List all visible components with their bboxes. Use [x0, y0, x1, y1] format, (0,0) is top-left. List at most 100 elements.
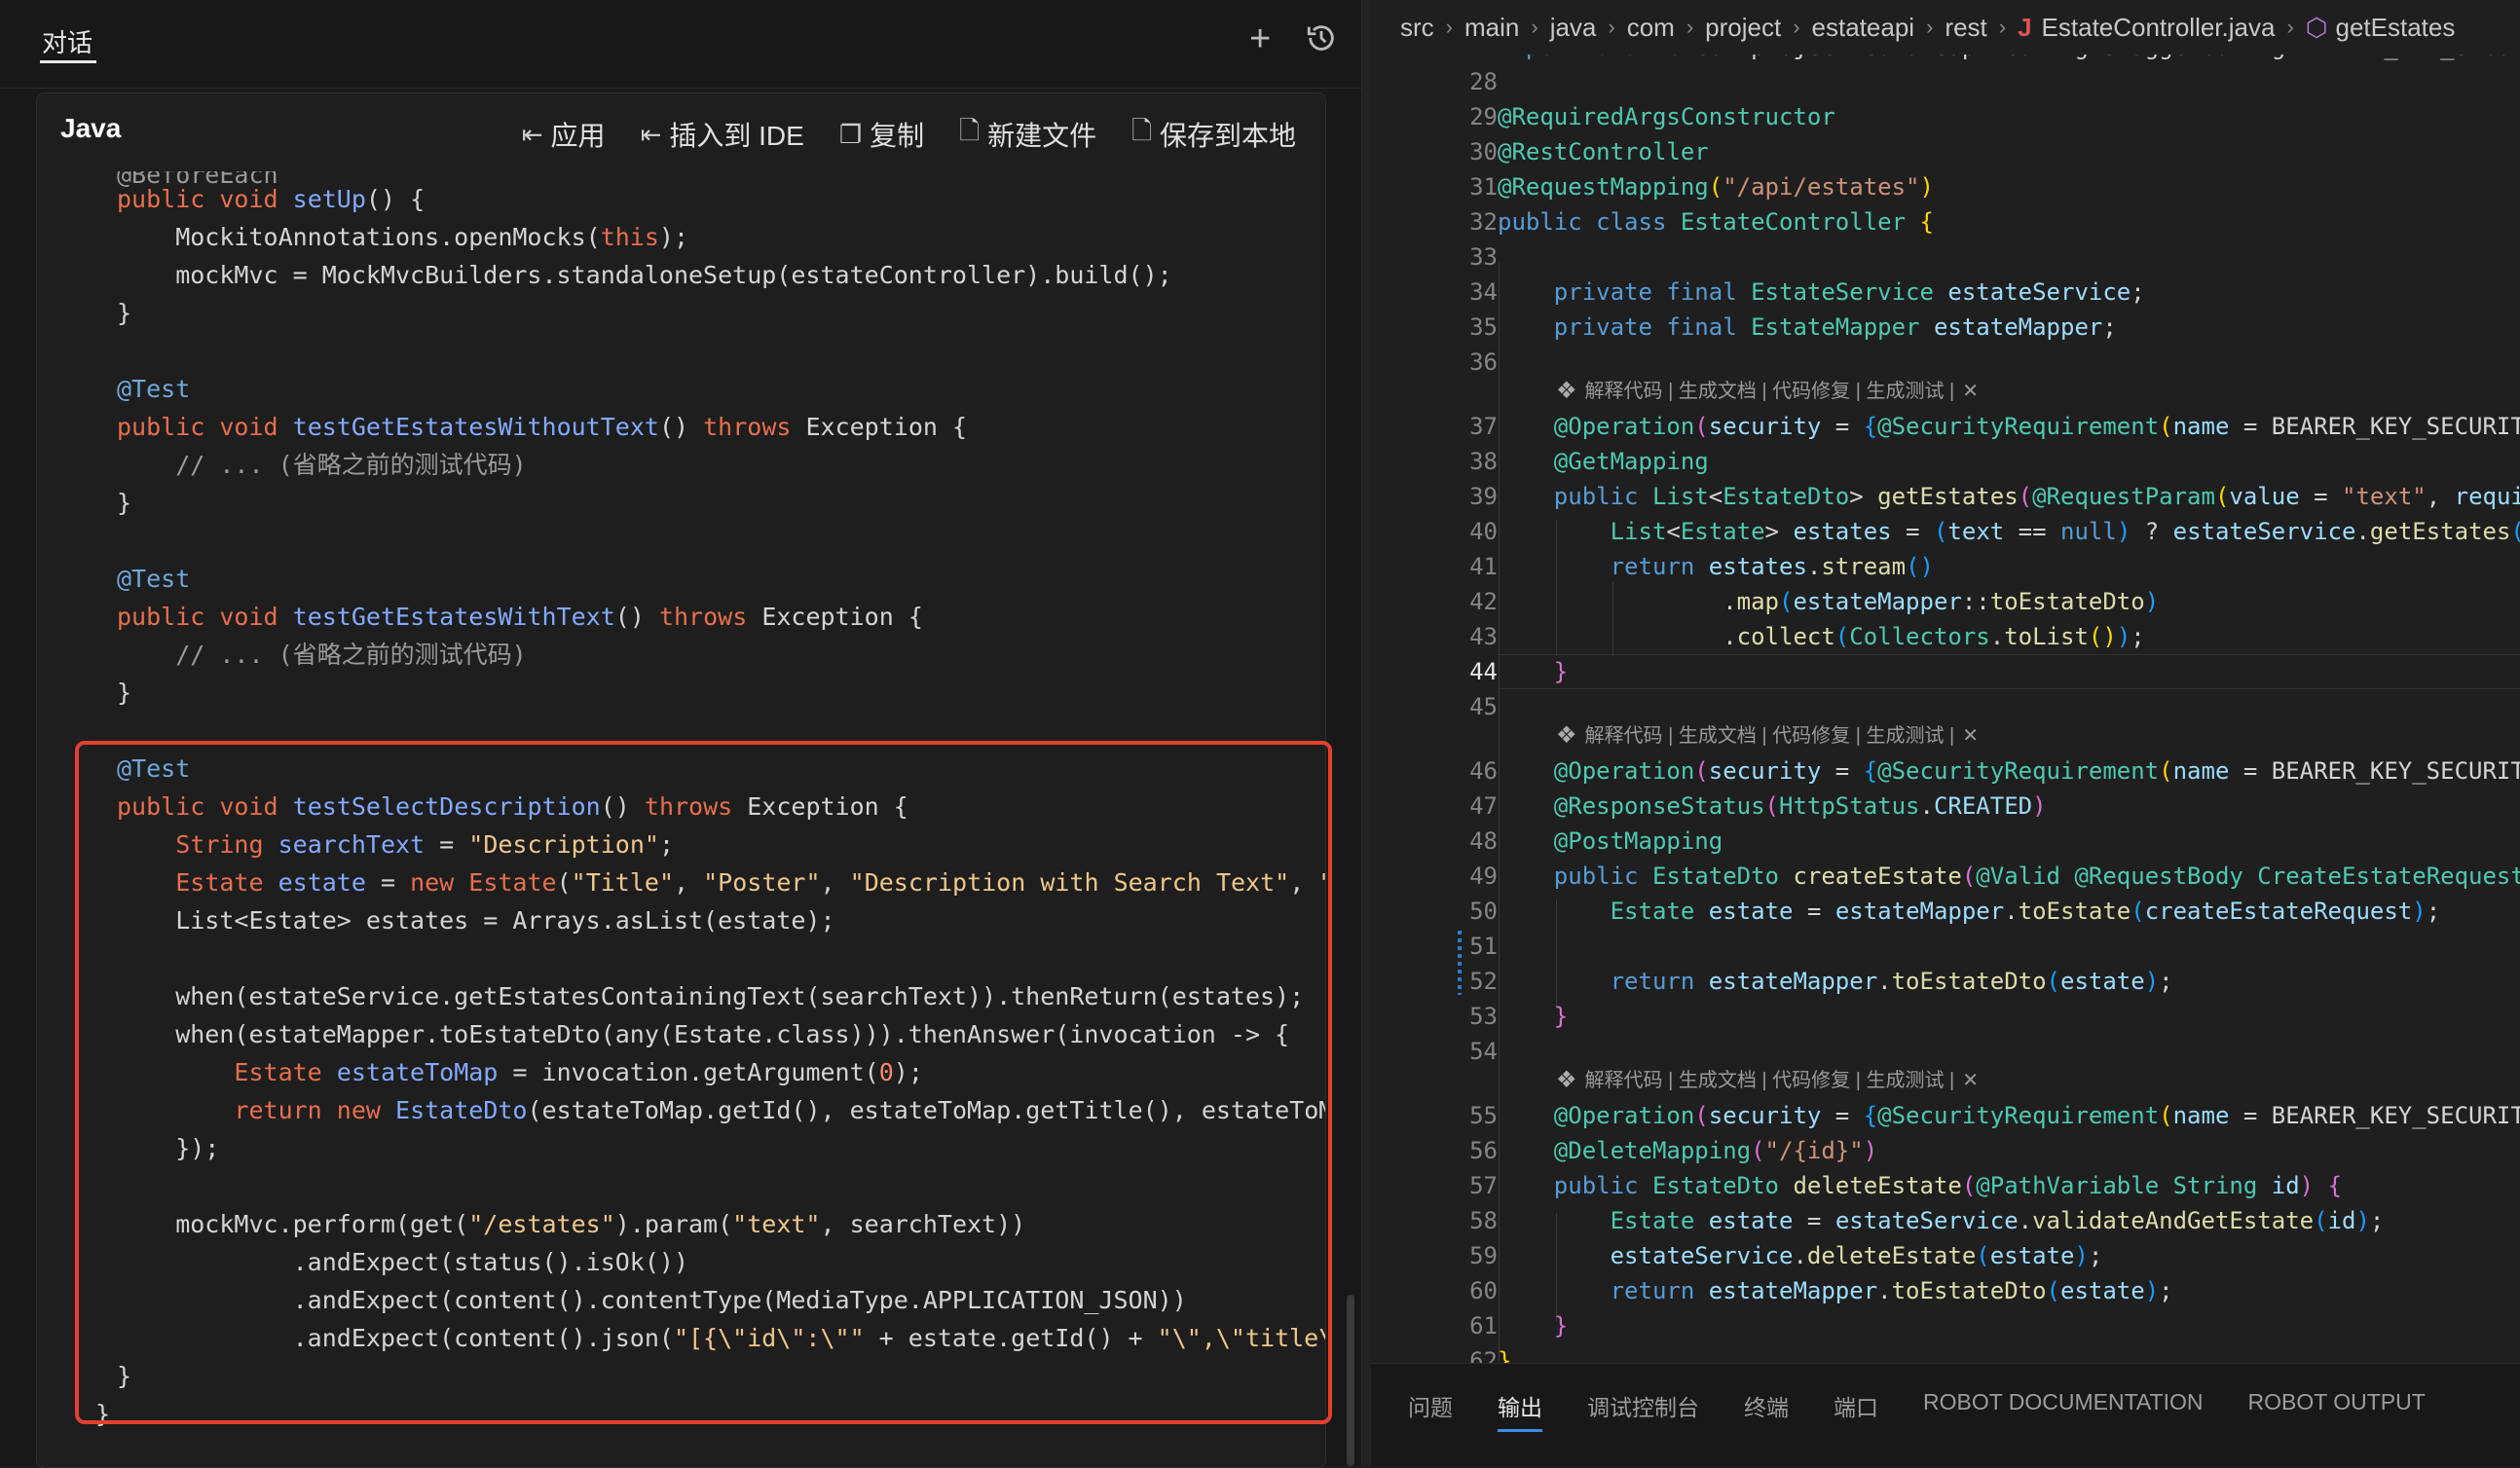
save-icon: 🗋 — [1131, 116, 1152, 145]
tab-terminal[interactable]: 终端 — [1744, 1389, 1789, 1430]
breadcrumb: src › main › java › com › project › estateapi… — [1371, 0, 2520, 55]
codelens-actions[interactable]: ❖ 解释代码 | 生成文档 | 代码修复 | 生成测试 | ✕ — [1556, 719, 1979, 752]
tab-problems[interactable]: 问题 — [1408, 1389, 1453, 1430]
code-line: @GetMapping — [1553, 448, 1709, 475]
code-line: private final EstateService estateServic… — [1553, 278, 2145, 306]
code-line: @Operation(security = {@SecurityRequirem… — [1553, 757, 2520, 785]
panel-tabs: 问题 输出 调试控制台 终端 端口 ROBOT DOCUMENTATION RO… — [1408, 1389, 2426, 1432]
codelens-label[interactable]: 解释代码 | 生成文档 | 代码修复 | 生成测试 | — [1585, 1064, 1955, 1097]
codelens-label[interactable]: 解释代码 | 生成文档 | 代码修复 | 生成测试 | — [1585, 375, 1955, 408]
insert-icon: ⇤ — [640, 119, 662, 149]
line-number-current: 44 — [1469, 658, 1498, 685]
code-line: } — [117, 489, 132, 517]
line-number: 49 — [1469, 862, 1498, 890]
code-line: @PostMapping — [1553, 827, 1723, 855]
code-line: public void testGetEstatesWithText() thr… — [117, 603, 923, 631]
breadcrumb-item[interactable]: java — [1550, 13, 1597, 43]
code-line: @Operation(security = {@SecurityRequirem… — [1553, 413, 2520, 440]
line-number: 59 — [1469, 1242, 1498, 1269]
line-number: 29 — [1469, 103, 1498, 130]
code-line: return estateMapper.toEstateDto(estate); — [1610, 968, 2173, 995]
chevron-right-icon: › — [1926, 15, 1934, 39]
line-number: 33 — [1469, 243, 1498, 271]
copy-button[interactable]: ❐ 复制 — [839, 113, 924, 156]
code-line: .collect(Collectors.toList()); — [1498, 623, 2145, 650]
breadcrumb-item[interactable]: main — [1464, 13, 1519, 43]
new-file-label: 新建文件 — [987, 121, 1097, 151]
line-number: 31 — [1469, 173, 1498, 201]
code-line: @RequiredArgsConstructor — [1498, 103, 1835, 130]
codelens-actions[interactable]: ❖ 解释代码 | 生成文档 | 代码修复 | 生成测试 | ✕ — [1556, 375, 1979, 408]
code-line: private final EstateMapper estateMapper; — [1553, 313, 2117, 341]
code-line: Estate estate = estateService.validateAn… — [1610, 1207, 2385, 1234]
chevron-right-icon: › — [1608, 15, 1615, 39]
tab-robot-output[interactable]: ROBOT OUTPUT — [2248, 1389, 2426, 1430]
breadcrumb-item[interactable]: estateapi — [1812, 13, 1915, 43]
tab-output[interactable]: 输出 — [1498, 1389, 1542, 1432]
code-line: public void setUp() { — [117, 185, 426, 213]
tab-ports[interactable]: 端口 — [1834, 1389, 1878, 1430]
code-line: @RestController — [1498, 138, 1709, 165]
active-tab-indicator — [40, 60, 96, 63]
code-editor[interactable]: 27 import static com.project.estateapi.c… — [1371, 0, 2520, 1363]
apply-button[interactable]: ⇤ 应用 — [522, 113, 606, 156]
code-line: @ResponseStatus(HttpStatus.CREATED) — [1553, 792, 2047, 820]
highlight-annotation — [75, 741, 1332, 1424]
code-line: } — [1553, 1003, 1569, 1030]
codelens-label[interactable]: 解释代码 | 生成文档 | 代码修复 | 生成测试 | — [1585, 719, 1955, 752]
editor-panel: 27 import static com.project.estateapi.c… — [1371, 0, 2520, 1466]
line-number: 50 — [1469, 898, 1498, 925]
line-number: 37 — [1469, 413, 1498, 440]
line-number: 32 — [1469, 208, 1498, 236]
chevron-right-icon: › — [1793, 15, 1800, 39]
new-file-button[interactable]: 🗋 新建文件 — [959, 113, 1096, 156]
breadcrumb-item[interactable]: com — [1627, 13, 1675, 43]
chevron-right-icon: › — [1531, 15, 1538, 39]
code-line: estateService.deleteEstate(estate); — [1610, 1242, 2103, 1269]
line-number: 35 — [1469, 313, 1498, 341]
code-line: public EstateDto deleteEstate(@PathVaria… — [1553, 1172, 2343, 1199]
code-line: // ... (省略之前的测试代码) — [117, 451, 527, 479]
code-line: @Test — [117, 565, 191, 593]
line-number: 56 — [1469, 1137, 1498, 1164]
save-local-button[interactable]: 🗋 保存到本地 — [1131, 113, 1296, 156]
chat-header: 对话 + — [0, 0, 1361, 89]
line-number: 42 — [1469, 588, 1498, 615]
tab-robot-documentation[interactable]: ROBOT DOCUMENTATION — [1923, 1389, 2204, 1430]
scrollbar[interactable] — [1347, 1295, 1354, 1466]
line-number: 53 — [1469, 1003, 1498, 1030]
codelens-actions[interactable]: ❖ 解释代码 | 生成文档 | 代码修复 | 生成测试 | ✕ — [1556, 1064, 1979, 1097]
code-line: } — [1553, 658, 1569, 685]
breadcrumb-item[interactable]: rest — [1945, 13, 1986, 43]
history-icon[interactable] — [1305, 21, 1338, 62]
java-file-icon: J — [2018, 12, 2032, 42]
apply-icon: ⇤ — [521, 119, 543, 149]
line-number: 57 — [1469, 1172, 1498, 1199]
plus-icon[interactable]: + — [1249, 19, 1271, 58]
line-number: 36 — [1469, 349, 1498, 376]
line-number: 28 — [1469, 68, 1498, 95]
close-icon[interactable]: ✕ — [1962, 1064, 1979, 1097]
line-number: 55 — [1469, 1102, 1498, 1129]
insert-ide-button[interactable]: ⇤ 插入到 IDE — [641, 113, 804, 156]
line-number: 58 — [1469, 1207, 1498, 1234]
method-icon: ⬡ — [2305, 12, 2328, 42]
code-language-label: Java — [60, 113, 122, 143]
chevron-right-icon: › — [1445, 15, 1453, 39]
tab-debug-console[interactable]: 调试控制台 — [1587, 1389, 1699, 1430]
breadcrumb-file[interactable]: EstateController.java — [2042, 13, 2276, 43]
code-line: // ... (省略之前的测试代码) — [117, 641, 527, 669]
line-number: 48 — [1469, 827, 1498, 855]
breadcrumb-symbol[interactable]: getEstates — [2335, 13, 2455, 43]
close-icon[interactable]: ✕ — [1962, 719, 1979, 752]
code-line: public List<EstateDto> getEstates(@Reque… — [1553, 483, 2520, 510]
breadcrumb-item[interactable]: src — [1400, 13, 1434, 43]
save-local-label: 保存到本地 — [1159, 121, 1296, 151]
close-icon[interactable]: ✕ — [1962, 375, 1979, 408]
breadcrumb-item[interactable]: project — [1705, 13, 1781, 43]
line-number: 51 — [1469, 933, 1498, 960]
tab-chat[interactable]: 对话 — [42, 23, 93, 59]
code-line: public void testGetEstatesWithoutText() … — [117, 413, 968, 441]
code-line: .map(estateMapper::toEstateDto) — [1498, 588, 2160, 615]
code-line: @Operation(security = {@SecurityRequirem… — [1553, 1102, 2520, 1129]
